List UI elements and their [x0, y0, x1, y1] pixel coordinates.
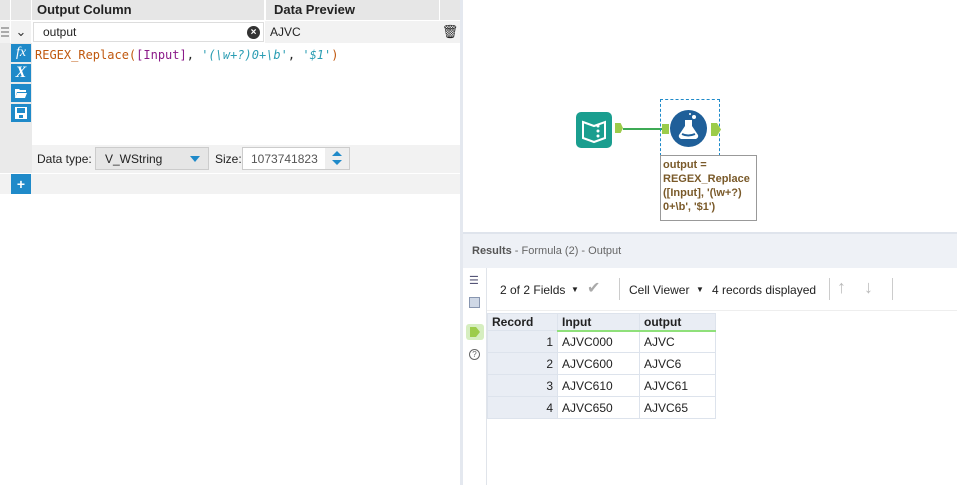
dropdown-arrow-icon[interactable]: ▼	[571, 280, 579, 300]
results-title: Results	[472, 245, 512, 257]
field-name-value: output	[43, 25, 77, 39]
input-anchor-icon[interactable]	[469, 297, 480, 308]
data-preview-value: AJVC	[265, 21, 440, 43]
table-row[interactable]: 1 AJVC000 AJVC	[487, 330, 716, 353]
save-icon[interactable]	[11, 104, 31, 122]
input-tool-icon[interactable]	[576, 112, 612, 148]
fields-dropdown[interactable]: 2 of 2 Fields	[500, 280, 565, 300]
results-panel: Results - Formula (2) - Output ☰ ? 2 of …	[463, 232, 957, 485]
list-icon[interactable]: ☰	[469, 274, 479, 287]
arrow-up-icon[interactable]: ↑	[837, 277, 846, 297]
expr-replacement: '$1'	[302, 48, 332, 62]
record-cell[interactable]: 1	[487, 330, 558, 353]
drag-handle-icon[interactable]	[0, 21, 10, 43]
column-header-input[interactable]: Input	[557, 313, 640, 332]
output-cell[interactable]: AJVC6	[639, 352, 716, 375]
formula-tool-icon[interactable]	[670, 110, 707, 147]
open-folder-icon[interactable]	[11, 84, 31, 102]
expr-pattern: '(\w+?)0+\b'	[201, 48, 288, 62]
output-cell[interactable]: AJVC	[639, 330, 716, 353]
column-header-record[interactable]: Record	[487, 313, 558, 331]
trash-icon[interactable]: 🗑	[440, 21, 460, 43]
output-anchor[interactable]	[615, 123, 623, 133]
add-row	[0, 174, 460, 194]
results-toolbar: 2 of 2 Fields ▼ ✔ Cell Viewer ▼ 4 record…	[487, 269, 957, 311]
size-input[interactable]: 1073741823	[242, 147, 350, 170]
record-cell[interactable]: 2	[487, 352, 558, 375]
table-row[interactable]: 4 AJVC650 AJVC65	[487, 396, 716, 419]
expression-editor[interactable]: REGEX_Replace([Input], '(\w+?)0+\b', '$1…	[32, 43, 460, 145]
input-cell[interactable]: AJVC600	[557, 352, 640, 375]
expr-function: REGEX_Replace	[35, 48, 129, 62]
up-arrow-icon[interactable]	[332, 151, 342, 156]
data-type-label: Data type:	[37, 152, 92, 166]
table-header-row: Record Input output	[487, 313, 716, 332]
workflow-canvas[interactable]: output = REGEX_Replace ([Input], '(\w+?)…	[463, 0, 957, 232]
input-cell[interactable]: AJVC650	[557, 396, 640, 419]
clear-icon[interactable]: ×	[247, 26, 260, 39]
down-arrow-icon[interactable]	[332, 160, 342, 165]
field-name-input[interactable]: output ×	[33, 22, 264, 42]
record-cell[interactable]: 4	[487, 396, 558, 419]
output-cell[interactable]: AJVC65	[639, 396, 716, 419]
size-label: Size:	[215, 152, 242, 166]
results-subtitle: - Formula (2) - Output	[511, 245, 622, 257]
output-anchor-icon[interactable]	[466, 324, 484, 340]
separator	[619, 278, 620, 300]
results-sidebar: ☰ ?	[463, 268, 487, 485]
add-field-button[interactable]: +	[11, 174, 31, 194]
size-stepper[interactable]	[325, 148, 349, 169]
separator	[892, 278, 893, 300]
record-cell[interactable]: 3	[487, 374, 558, 397]
header-trash-col	[440, 0, 460, 20]
data-type-row: Data type: V_WString Size: 1073741823	[32, 145, 460, 173]
data-type-value: V_WString	[105, 152, 163, 166]
expr-field: [Input]	[136, 48, 187, 62]
data-type-select[interactable]: V_WString	[95, 147, 209, 170]
table-row[interactable]: 3 AJVC610 AJVC61	[487, 374, 716, 397]
input-cell[interactable]: AJVC610	[557, 374, 640, 397]
dropdown-arrow-icon[interactable]: ▼	[696, 280, 704, 300]
dropdown-arrow-icon	[190, 156, 200, 162]
arrow-down-icon[interactable]: ↓	[864, 277, 873, 297]
expr-paren: )	[331, 48, 339, 62]
results-header: Results - Formula (2) - Output	[463, 232, 957, 268]
input-anchor[interactable]	[662, 124, 669, 134]
size-value: 1073741823	[251, 152, 318, 166]
table-row[interactable]: 2 AJVC600 AJVC6	[487, 352, 716, 375]
variable-icon[interactable]: X	[11, 64, 31, 82]
chevron-down-icon[interactable]: ⌄	[11, 21, 31, 43]
tool-annotation: output = REGEX_Replace ([Input], '(\w+?)…	[660, 155, 757, 221]
formula-config-panel: Output Column Data Preview ⌄ output × AJ…	[0, 0, 460, 485]
function-icon[interactable]: fx	[11, 44, 31, 62]
header-handle-col	[0, 0, 10, 20]
output-column-header: Output Column	[32, 0, 264, 20]
expr-sep: ,	[186, 48, 202, 62]
help-icon[interactable]: ?	[469, 349, 480, 360]
cell-viewer-dropdown[interactable]: Cell Viewer	[629, 280, 689, 300]
input-cell[interactable]: AJVC000	[557, 330, 640, 353]
results-table: Record Input output 1 AJVC000 AJVC 2 AJVC60…	[487, 313, 716, 419]
header-expand-col	[11, 0, 31, 20]
separator	[829, 278, 830, 300]
row-gutter	[0, 43, 10, 173]
column-header-output[interactable]: output	[639, 313, 716, 332]
data-preview-header: Data Preview	[266, 0, 439, 20]
checkmark-icon[interactable]: ✔	[587, 279, 600, 299]
records-count: 4 records displayed	[712, 283, 817, 297]
output-cell[interactable]: AJVC61	[639, 374, 716, 397]
expr-sep: ,	[287, 48, 303, 62]
